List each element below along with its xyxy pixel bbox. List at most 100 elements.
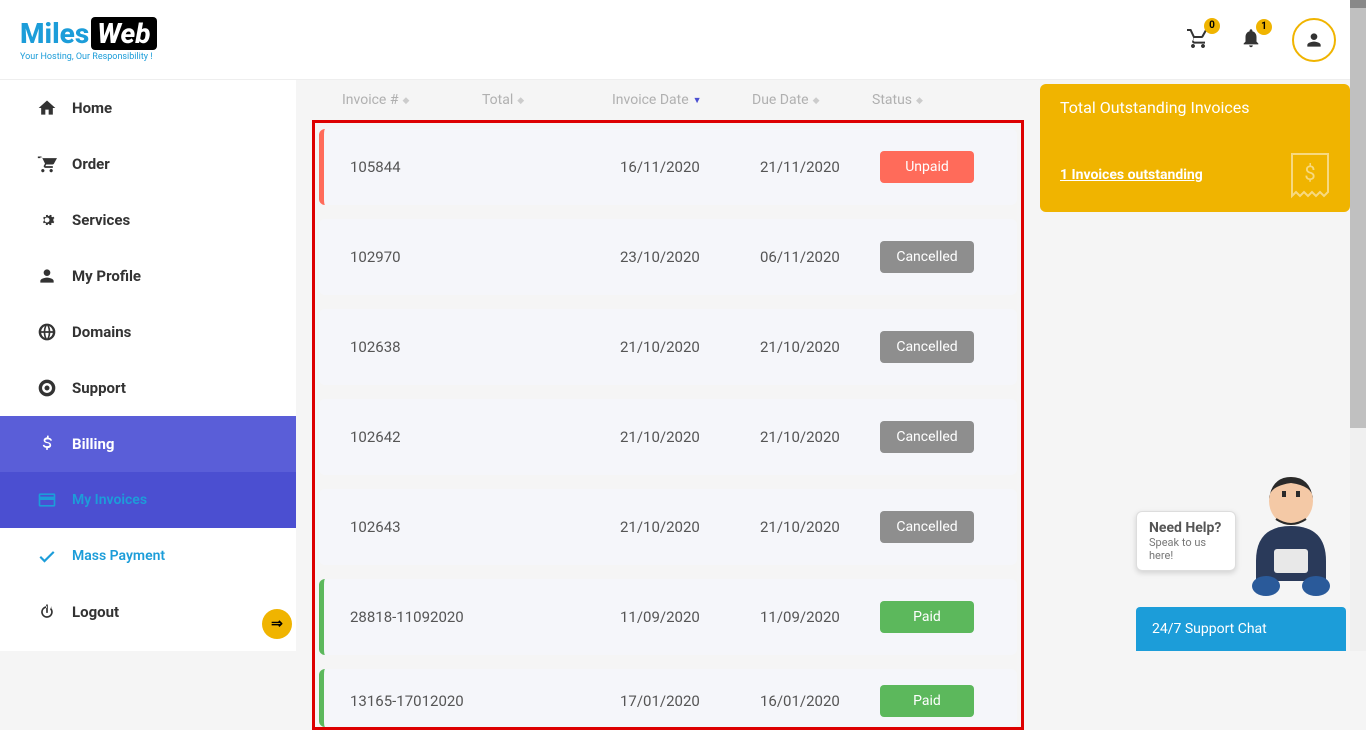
status-badge: Cancelled — [880, 241, 974, 273]
col-invoice-date[interactable]: Invoice Date▼ — [612, 92, 752, 108]
nav-label: Order — [72, 155, 110, 173]
cell-invoice-date: 23/10/2020 — [620, 248, 760, 266]
app-header: MilesWeb Your Hosting, Our Responsibilit… — [0, 0, 1366, 80]
outstanding-card[interactable]: Total Outstanding Invoices 1 Invoices ou… — [1040, 84, 1350, 212]
cell-due-date: 06/11/2020 — [760, 248, 880, 266]
notif-badge: 1 — [1256, 19, 1272, 35]
nav-mass-payment[interactable]: Mass Payment — [0, 528, 296, 584]
nav-label: Domains — [72, 323, 131, 341]
nav-services[interactable]: Services — [0, 192, 296, 248]
outstanding-title: Total Outstanding Invoices — [1060, 98, 1330, 117]
svg-text:$: $ — [1304, 161, 1315, 185]
cell-invoice: 102970 — [350, 248, 490, 266]
globe-icon — [37, 322, 57, 342]
logo-text: MilesWeb — [20, 17, 157, 50]
cell-invoice-date: 21/10/2020 — [620, 338, 760, 356]
status-badge: Unpaid — [880, 151, 974, 183]
nav-label: Support — [72, 379, 126, 397]
cell-invoice-date: 21/10/2020 — [620, 428, 760, 446]
nav-label: Services — [72, 211, 130, 229]
cart-icon — [37, 154, 57, 174]
cell-invoice-date: 17/01/2020 — [620, 692, 760, 710]
help-sub: Speak to us here! — [1149, 536, 1223, 562]
col-due-date[interactable]: Due Date◆ — [752, 92, 872, 108]
col-invoice[interactable]: Invoice #◆ — [342, 92, 482, 108]
cell-invoice: 13165-17012020 — [350, 692, 490, 710]
invoice-row[interactable]: 10264221/10/202021/10/2020Cancelled — [319, 399, 1017, 475]
cell-invoice: 102638 — [350, 338, 490, 356]
cell-due-date: 21/10/2020 — [760, 518, 880, 536]
cell-status: Unpaid — [880, 151, 990, 183]
cell-status: Paid — [880, 685, 990, 717]
receipt-icon: $ — [1288, 148, 1332, 200]
invoice-row[interactable]: 105844 16/11/202021/11/2020Unpaid — [319, 129, 1017, 205]
nav-label: Mass Payment — [72, 548, 165, 564]
nav-my-invoices[interactable]: My Invoices — [0, 472, 296, 528]
power-icon — [37, 602, 57, 622]
cell-status: Paid — [880, 601, 990, 633]
nav-home[interactable]: Home — [0, 80, 296, 136]
user-menu[interactable] — [1292, 18, 1336, 62]
card-icon — [37, 490, 57, 510]
cell-status: Cancelled — [880, 331, 990, 363]
status-badge: Cancelled — [880, 331, 974, 363]
nav-label: My Invoices — [72, 492, 147, 508]
nav-label: Billing — [72, 435, 114, 453]
notifications-button[interactable]: 1 — [1240, 27, 1262, 53]
nav-label: Home — [72, 99, 112, 117]
lifebuoy-icon — [37, 378, 57, 398]
logo[interactable]: MilesWeb Your Hosting, Our Responsibilit… — [20, 17, 157, 62]
check-icon — [37, 546, 57, 566]
col-status[interactable]: Status◆ — [872, 92, 982, 108]
cell-invoice: 105844 — [350, 158, 490, 176]
highlighted-area: 105844 16/11/202021/11/2020Unpaid 102970 23… — [312, 120, 1024, 730]
cell-due-date: 21/11/2020 — [760, 158, 880, 176]
status-badge: Cancelled — [880, 421, 974, 453]
nav-profile[interactable]: My Profile — [0, 248, 296, 304]
help-bubble[interactable]: Need Help? Speak to us here! — [1136, 511, 1236, 571]
cell-invoice-date: 16/11/2020 — [620, 158, 760, 176]
status-badge: Paid — [880, 601, 974, 633]
header-actions: 0 1 — [1186, 18, 1336, 62]
cart-button[interactable]: 0 — [1186, 26, 1210, 54]
nav-support[interactable]: Support — [0, 360, 296, 416]
cell-due-date: 16/01/2020 — [760, 692, 880, 710]
gears-icon — [37, 210, 57, 230]
cell-invoice-date: 21/10/2020 — [620, 518, 760, 536]
status-badge: Cancelled — [880, 511, 974, 543]
cart-badge: 0 — [1204, 18, 1220, 34]
sort-down-icon: ▼ — [693, 95, 702, 106]
sort-icon: ◆ — [517, 96, 524, 106]
status-badge: Paid — [880, 685, 974, 717]
invoice-row[interactable]: 10263821/10/202021/10/2020Cancelled — [319, 309, 1017, 385]
collapse-sidebar-button[interactable]: ⇒ — [262, 609, 292, 639]
invoices-table: Invoice #◆ Total◆ Invoice Date▼ Due Date… — [312, 80, 1024, 730]
col-total[interactable]: Total◆ — [482, 92, 612, 108]
home-icon — [37, 98, 57, 118]
invoice-row[interactable]: 28818-1109202011/09/202011/09/2020Paid — [319, 579, 1017, 655]
cell-status: Cancelled — [880, 511, 990, 543]
sort-icon: ◆ — [402, 96, 409, 106]
help-title: Need Help? — [1149, 520, 1223, 536]
user-icon — [37, 266, 57, 286]
cell-status: Cancelled — [880, 421, 990, 453]
dollar-icon — [37, 434, 57, 454]
nav-domains[interactable]: Domains — [0, 304, 296, 360]
arrow-right-icon: ⇒ — [271, 616, 283, 632]
nav-billing[interactable]: Billing — [0, 416, 296, 472]
cell-invoice: 28818-11092020 — [350, 608, 490, 626]
sort-icon: ◆ — [916, 96, 923, 106]
sidebar: Home Order Services My Profile Domains S… — [0, 80, 296, 651]
nav-order[interactable]: Order — [0, 136, 296, 192]
cell-invoice-date: 11/09/2020 — [620, 608, 760, 626]
nav-logout[interactable]: Logout — [0, 584, 296, 640]
invoice-row[interactable]: 10264321/10/202021/10/2020Cancelled — [319, 489, 1017, 565]
user-icon — [1304, 30, 1324, 50]
chat-bar[interactable]: 24/7 Support Chat — [1136, 607, 1346, 651]
invoice-row[interactable]: 13165-17012020 17/01/202016/01/2020Paid — [319, 669, 1017, 727]
nav-label: My Profile — [72, 267, 141, 285]
invoice-row[interactable]: 102970 23/10/202006/11/2020Cancelled — [319, 219, 1017, 295]
cell-status: Cancelled — [880, 241, 990, 273]
support-avatar-icon — [1236, 471, 1346, 601]
cell-due-date: 11/09/2020 — [760, 608, 880, 626]
